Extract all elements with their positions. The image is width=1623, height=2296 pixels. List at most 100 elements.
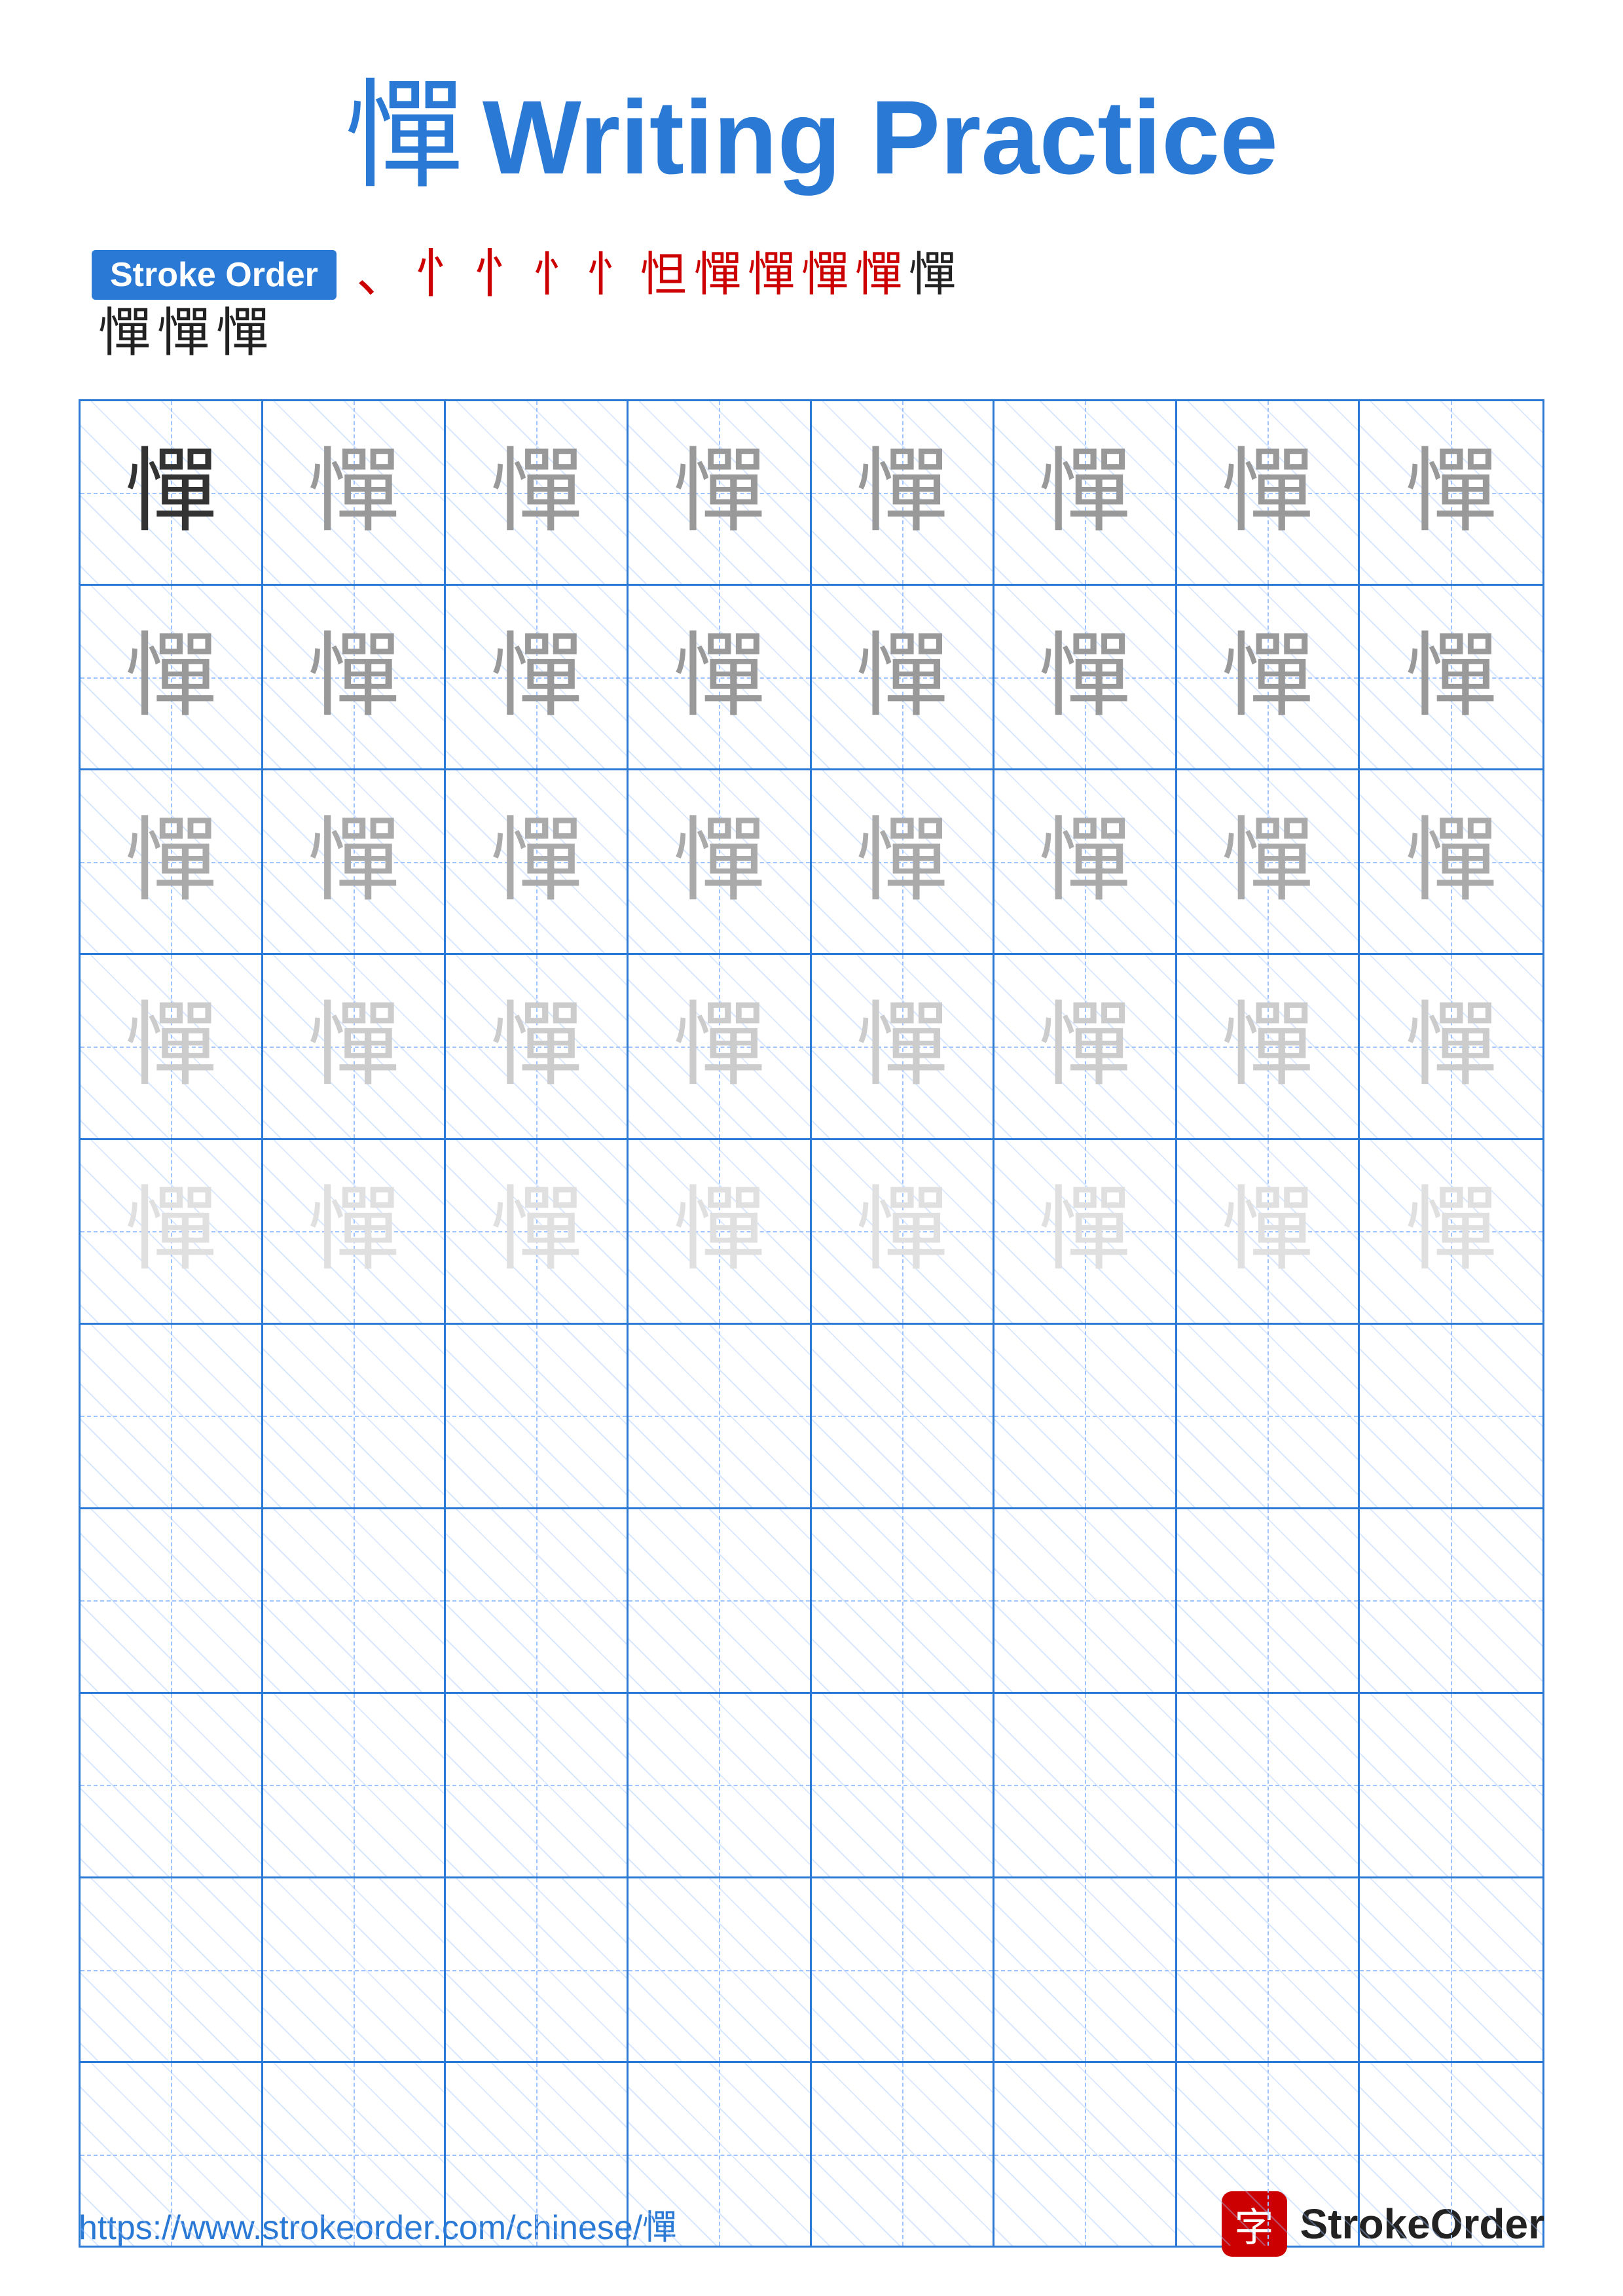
- grid-cell-9-2[interactable]: [263, 1878, 446, 2061]
- grid-cell-7-8[interactable]: [1360, 1509, 1542, 1692]
- grid-cell-4-2[interactable]: 憚: [263, 955, 446, 1138]
- practice-grid: 憚 憚 憚 憚 憚 憚 憚: [79, 399, 1544, 2248]
- grid-cell-1-8[interactable]: 憚: [1360, 401, 1542, 584]
- grid-cell-8-1[interactable]: [81, 1694, 263, 1876]
- grid-cell-9-8[interactable]: [1360, 1878, 1542, 2061]
- practice-char: 憚: [673, 816, 765, 908]
- grid-cell-6-2[interactable]: [263, 1325, 446, 1507]
- practice-char: 憚: [1222, 632, 1313, 723]
- grid-cell-3-7[interactable]: 憚: [1177, 770, 1360, 953]
- grid-cell-1-5[interactable]: 憚: [812, 401, 994, 584]
- grid-cell-3-6[interactable]: 憚: [994, 770, 1177, 953]
- grid-cell-10-8[interactable]: [1360, 2063, 1542, 2246]
- grid-cell-6-7[interactable]: [1177, 1325, 1360, 1507]
- practice-char: 憚: [1039, 1185, 1131, 1277]
- stroke-order-row1: Stroke Order 、 忄 忄 忄 忄 怛 憚 憚 憚 憚 憚: [92, 249, 1531, 301]
- practice-char: 憚: [490, 447, 582, 539]
- grid-cell-4-6[interactable]: 憚: [994, 955, 1177, 1138]
- grid-cell-1-7[interactable]: 憚: [1177, 401, 1360, 584]
- grid-cell-8-3[interactable]: [446, 1694, 629, 1876]
- grid-cell-4-3[interactable]: 憚: [446, 955, 629, 1138]
- practice-char: 憚: [856, 632, 948, 723]
- stroke-chars-row1: 、 忄 忄 忄 忄 怛 憚 憚 憚 憚 憚: [356, 249, 956, 301]
- grid-cell-9-5[interactable]: [812, 1878, 994, 2061]
- grid-cell-7-6[interactable]: [994, 1509, 1177, 1692]
- grid-cell-4-1[interactable]: 憚: [81, 955, 263, 1138]
- grid-cell-9-1[interactable]: [81, 1878, 263, 2061]
- grid-cell-6-4[interactable]: [629, 1325, 811, 1507]
- grid-cell-6-8[interactable]: [1360, 1325, 1542, 1507]
- grid-cell-5-1[interactable]: 憚: [81, 1140, 263, 1323]
- grid-cell-10-6[interactable]: [994, 2063, 1177, 2246]
- grid-cell-10-1[interactable]: [81, 2063, 263, 2246]
- grid-cell-6-6[interactable]: [994, 1325, 1177, 1507]
- grid-cell-7-1[interactable]: [81, 1509, 263, 1692]
- grid-cell-2-5[interactable]: 憚: [812, 586, 994, 768]
- grid-cell-8-2[interactable]: [263, 1694, 446, 1876]
- grid-cell-3-5[interactable]: 憚: [812, 770, 994, 953]
- grid-cell-8-6[interactable]: [994, 1694, 1177, 1876]
- grid-cell-6-3[interactable]: [446, 1325, 629, 1507]
- grid-cell-3-2[interactable]: 憚: [263, 770, 446, 953]
- grid-cell-6-1[interactable]: [81, 1325, 263, 1507]
- grid-cell-9-7[interactable]: [1177, 1878, 1360, 2061]
- grid-cell-3-1[interactable]: 憚: [81, 770, 263, 953]
- practice-char: 憚: [308, 447, 399, 539]
- practice-char: 憚: [308, 632, 399, 723]
- grid-row-8: [81, 1694, 1542, 1878]
- grid-cell-4-7[interactable]: 憚: [1177, 955, 1360, 1138]
- grid-cell-5-7[interactable]: 憚: [1177, 1140, 1360, 1323]
- grid-cell-9-6[interactable]: [994, 1878, 1177, 2061]
- grid-cell-8-4[interactable]: [629, 1694, 811, 1876]
- grid-cell-8-7[interactable]: [1177, 1694, 1360, 1876]
- grid-cell-10-7[interactable]: [1177, 2063, 1360, 2246]
- grid-cell-2-3[interactable]: 憚: [446, 586, 629, 768]
- grid-cell-1-1[interactable]: 憚: [81, 401, 263, 584]
- practice-char: 憚: [125, 1185, 217, 1277]
- grid-cell-5-8[interactable]: 憚: [1360, 1140, 1542, 1323]
- grid-cell-4-4[interactable]: 憚: [629, 955, 811, 1138]
- grid-cell-1-3[interactable]: 憚: [446, 401, 629, 584]
- grid-cell-7-5[interactable]: [812, 1509, 994, 1692]
- grid-cell-4-5[interactable]: 憚: [812, 955, 994, 1138]
- grid-cell-2-6[interactable]: 憚: [994, 586, 1177, 768]
- grid-cell-5-4[interactable]: 憚: [629, 1140, 811, 1323]
- grid-cell-2-1[interactable]: 憚: [81, 586, 263, 768]
- grid-cell-5-6[interactable]: 憚: [994, 1140, 1177, 1323]
- grid-cell-5-3[interactable]: 憚: [446, 1140, 629, 1323]
- grid-cell-7-7[interactable]: [1177, 1509, 1360, 1692]
- grid-cell-7-4[interactable]: [629, 1509, 811, 1692]
- grid-cell-9-4[interactable]: [629, 1878, 811, 2061]
- practice-char: 憚: [673, 1001, 765, 1092]
- grid-cell-8-5[interactable]: [812, 1694, 994, 1876]
- grid-cell-3-4[interactable]: 憚: [629, 770, 811, 953]
- grid-cell-1-6[interactable]: 憚: [994, 401, 1177, 584]
- stroke-chars-row2: 憚 憚 憚: [98, 308, 1531, 360]
- grid-cell-2-7[interactable]: 憚: [1177, 586, 1360, 768]
- grid-cell-8-8[interactable]: [1360, 1694, 1542, 1876]
- title-section: 憚 Writing Practice: [345, 79, 1278, 196]
- grid-cell-2-2[interactable]: 憚: [263, 586, 446, 768]
- grid-cell-5-2[interactable]: 憚: [263, 1140, 446, 1323]
- grid-cell-9-3[interactable]: [446, 1878, 629, 2061]
- grid-cell-7-3[interactable]: [446, 1509, 629, 1692]
- grid-row-2: 憚 憚 憚 憚 憚 憚 憚: [81, 586, 1542, 770]
- grid-cell-7-2[interactable]: [263, 1509, 446, 1692]
- grid-cell-10-3[interactable]: [446, 2063, 629, 2246]
- grid-cell-1-4[interactable]: 憚: [629, 401, 811, 584]
- grid-cell-3-3[interactable]: 憚: [446, 770, 629, 953]
- grid-cell-5-5[interactable]: 憚: [812, 1140, 994, 1323]
- grid-cell-6-5[interactable]: [812, 1325, 994, 1507]
- practice-char: 憚: [490, 1185, 582, 1277]
- grid-row-5: 憚 憚 憚 憚 憚 憚 憚: [81, 1140, 1542, 1325]
- grid-cell-2-8[interactable]: 憚: [1360, 586, 1542, 768]
- grid-cell-3-8[interactable]: 憚: [1360, 770, 1542, 953]
- grid-cell-2-4[interactable]: 憚: [629, 586, 811, 768]
- stroke-12: 憚: [98, 308, 151, 360]
- grid-row-3: 憚 憚 憚 憚 憚 憚 憚: [81, 770, 1542, 955]
- grid-cell-4-8[interactable]: 憚: [1360, 955, 1542, 1138]
- grid-cell-10-4[interactable]: [629, 2063, 811, 2246]
- grid-cell-10-2[interactable]: [263, 2063, 446, 2246]
- grid-cell-10-5[interactable]: [812, 2063, 994, 2246]
- grid-cell-1-2[interactable]: 憚: [263, 401, 446, 584]
